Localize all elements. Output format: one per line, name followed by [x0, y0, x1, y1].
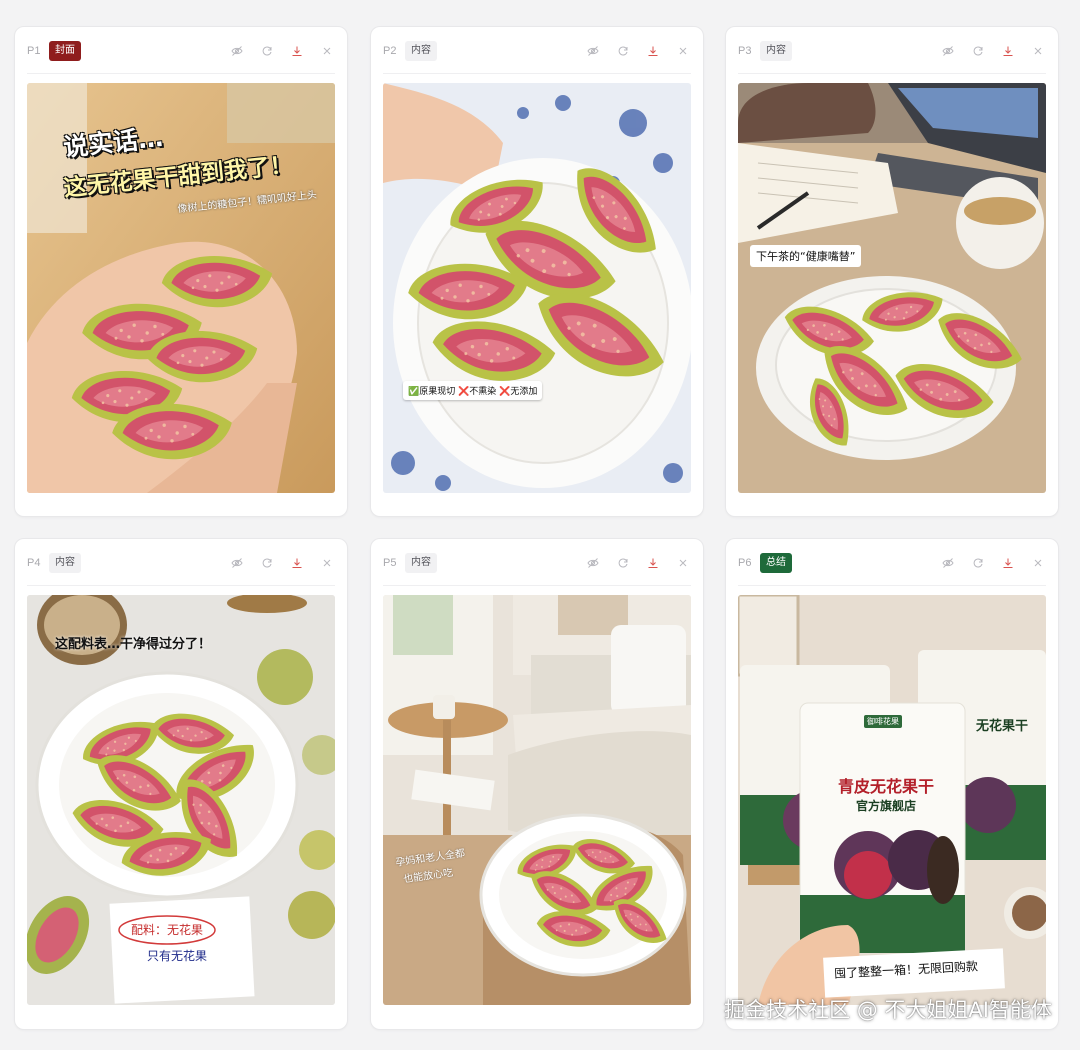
page-image[interactable]: 下午茶的“健康嘴替” — [738, 83, 1046, 493]
pack-back-title: 无花果干 — [976, 719, 1029, 734]
page-image[interactable]: 这配料表…干净得过分了！ 配料：无花果 只有无花果 — [27, 595, 335, 1005]
photo-ingredient-list — [27, 595, 335, 1005]
page-tag[interactable]: 总结 — [760, 553, 792, 573]
eye-off-icon[interactable] — [940, 43, 956, 59]
page-number: P3 — [738, 45, 752, 57]
page-card-p1[interactable]: P1 封面 说实话… 这无花果干甜到我了！ 像树上的糖包子！糯叽叽好上头 — [14, 26, 348, 517]
card-toolbar — [229, 43, 335, 59]
card-toolbar — [940, 43, 1046, 59]
page-tag[interactable]: 封面 — [49, 41, 81, 61]
eye-off-icon[interactable] — [585, 43, 601, 59]
quality-badge: ✅原果现切 ❌不熏染 ❌无添加 — [403, 381, 543, 400]
page-image[interactable]: ✅原果现切 ❌不熏染 ❌无添加 — [383, 83, 691, 493]
header-divider — [738, 585, 1046, 586]
pack-brand: 青皮无花果干 — [838, 777, 935, 796]
refresh-icon[interactable] — [259, 555, 275, 571]
eye-off-icon[interactable] — [229, 43, 245, 59]
card-toolbar — [585, 555, 691, 571]
eye-off-icon[interactable] — [229, 555, 245, 571]
download-icon[interactable] — [645, 555, 661, 571]
header-divider — [27, 585, 335, 586]
page-tag[interactable]: 内容 — [405, 41, 437, 61]
header-divider — [738, 73, 1046, 74]
card-header: P3 内容 — [738, 39, 1046, 63]
download-icon[interactable] — [1000, 43, 1016, 59]
refresh-icon[interactable] — [970, 43, 986, 59]
photo-figs-on-plate — [383, 83, 691, 493]
page-number: P6 — [738, 557, 752, 569]
close-icon[interactable] — [319, 43, 335, 59]
refresh-icon[interactable] — [259, 43, 275, 59]
page-image[interactable]: 说实话… 这无花果干甜到我了！ 像树上的糖包子！糯叽叽好上头 — [27, 83, 335, 493]
download-icon[interactable] — [1000, 555, 1016, 571]
photo-afternoon-tea — [738, 83, 1046, 493]
pack-store: 官方旗舰店 — [856, 799, 917, 813]
header-divider — [383, 585, 691, 586]
refresh-icon[interactable] — [615, 43, 631, 59]
page-tag[interactable]: 内容 — [405, 553, 437, 573]
refresh-icon[interactable] — [970, 555, 986, 571]
close-icon[interactable] — [675, 555, 691, 571]
pack-logo: 御啡花果 — [864, 715, 902, 728]
page-tag[interactable]: 内容 — [760, 41, 792, 61]
ingredient-note-line1: 配料：无花果 — [131, 923, 204, 937]
header-divider — [27, 73, 335, 74]
close-icon[interactable] — [1030, 555, 1046, 571]
download-icon[interactable] — [289, 43, 305, 59]
close-icon[interactable] — [319, 555, 335, 571]
page-number: P2 — [383, 45, 397, 57]
photo-living-room — [383, 595, 691, 1005]
page-number: P4 — [27, 557, 41, 569]
page-card-p3[interactable]: P3 内容 下午茶的“健康嘴替” — [725, 26, 1059, 517]
ingredient-headline: 这配料表…干净得过分了！ — [55, 637, 212, 652]
page-number: P1 — [27, 45, 41, 57]
watermark: 掘金技术社区 @ 不大姐姐AI智能体 — [724, 998, 1052, 1022]
card-header: P4 内容 — [27, 551, 335, 575]
header-divider — [383, 73, 691, 74]
eye-off-icon[interactable] — [940, 555, 956, 571]
tea-label: 下午茶的“健康嘴替” — [750, 245, 862, 267]
close-icon[interactable] — [675, 43, 691, 59]
card-toolbar — [940, 555, 1046, 571]
card-header: P1 封面 — [27, 39, 335, 63]
close-icon[interactable] — [1030, 43, 1046, 59]
download-icon[interactable] — [289, 555, 305, 571]
card-grid: P1 封面 说实话… 这无花果干甜到我了！ 像树上的糖包子！糯叽叽好上头 P2 … — [14, 26, 1060, 1030]
page-card-p6[interactable]: P6 总结 御啡花果 无花果干 青皮无花果干 官方旗舰店 囤了整整一箱！无限回购… — [725, 538, 1059, 1030]
refresh-icon[interactable] — [615, 555, 631, 571]
eye-off-icon[interactable] — [585, 555, 601, 571]
page-number: P5 — [383, 557, 397, 569]
page-image[interactable]: 御啡花果 无花果干 青皮无花果干 官方旗舰店 囤了整整一箱！无限回购款 — [738, 595, 1046, 1005]
page-card-p5[interactable]: P5 内容 孕妈和老人全都 也能放心吃 — [370, 538, 704, 1030]
card-toolbar — [229, 555, 335, 571]
card-header: P5 内容 — [383, 551, 691, 575]
page-card-p4[interactable]: P4 内容 这配料表…干净得过分了！ 配料：无花果 只有无花果 — [14, 538, 348, 1030]
page-card-p2[interactable]: P2 内容 ✅原果现切 ❌不熏染 ❌无添加 — [370, 26, 704, 517]
ingredient-note-line2: 只有无花果 — [147, 949, 208, 963]
page-tag[interactable]: 内容 — [49, 553, 81, 573]
card-header: P2 内容 — [383, 39, 691, 63]
card-header: P6 总结 — [738, 551, 1046, 575]
card-toolbar — [585, 43, 691, 59]
page-image[interactable]: 孕妈和老人全都 也能放心吃 — [383, 595, 691, 1005]
download-icon[interactable] — [645, 43, 661, 59]
